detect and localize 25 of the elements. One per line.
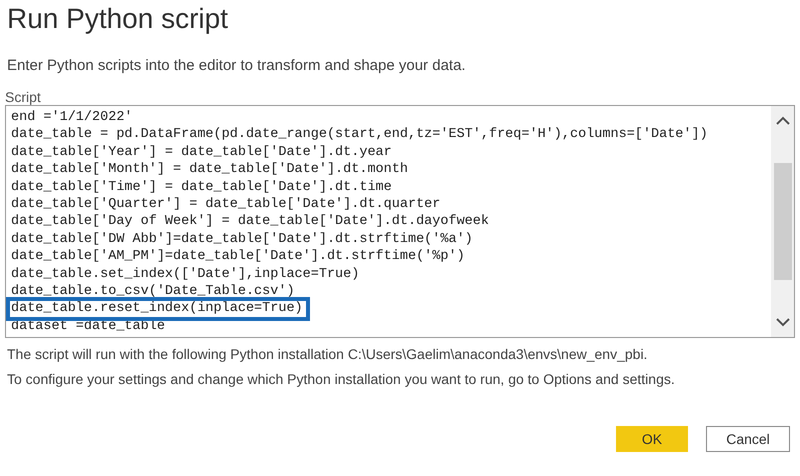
code-line: date_table['DW Abb']=date_table['Date'].dt.strftime('%a') — [11, 230, 473, 248]
info-text: The script will run with the following Python installation C:\Users\Gaelim\anaconda3\envs\new_env_pbi. — [7, 346, 648, 363]
code-line: date_table = pd.DataFrame(pd.date_range(start,end,tz='EST',freq='H'),columns=['Date']) — [11, 126, 708, 144]
highlighted-code-line: date_table.reset_index(inplace=True) — [9, 300, 307, 318]
code-line: date_table['Month'] = date_table['Date'].dt.month — [11, 161, 408, 179]
code-line: date_table.set_index(['Date'],inplace=True) — [11, 266, 360, 284]
dialog-description: Enter Python scripts into the editor to transform and shape your data. — [7, 57, 467, 75]
ok-button[interactable]: OK — [616, 426, 688, 452]
cancel-button[interactable]: Cancel — [706, 426, 790, 452]
code-line: date_table.to_csv('Date_Table.csv') — [11, 283, 295, 300]
info-text: To configure your settings and change which Python installation you want to run, go to Options and settings. — [7, 371, 676, 388]
code-line: date_table['Quarter'] = date_table['Date'].dt.quarter — [11, 196, 440, 214]
dialog-title: Run Python script — [7, 2, 229, 36]
code-line: end ='1/1/2022' — [11, 109, 133, 126]
script-label: Script — [5, 89, 41, 105]
code-line: date_table['Time'] = date_table['Date'].dt.time — [11, 178, 392, 196]
script-editor[interactable] — [5, 105, 795, 338]
code-line: date_table['Year'] = date_table['Date'].dt.year — [11, 144, 392, 162]
code-line: date_table['Day of Week'] = date_table['Date'].dt.dayofweek — [11, 213, 489, 231]
code-line: dataset =date_table — [11, 318, 165, 336]
scrollbar[interactable] — [771, 106, 794, 337]
scroll-thumb[interactable] — [774, 163, 792, 280]
scroll-up-icon[interactable] — [776, 116, 790, 125]
scroll-down-icon[interactable] — [776, 318, 790, 327]
code-line: date_table['AM_PM']=date_table['Date'].dt.strftime('%p') — [11, 248, 465, 266]
